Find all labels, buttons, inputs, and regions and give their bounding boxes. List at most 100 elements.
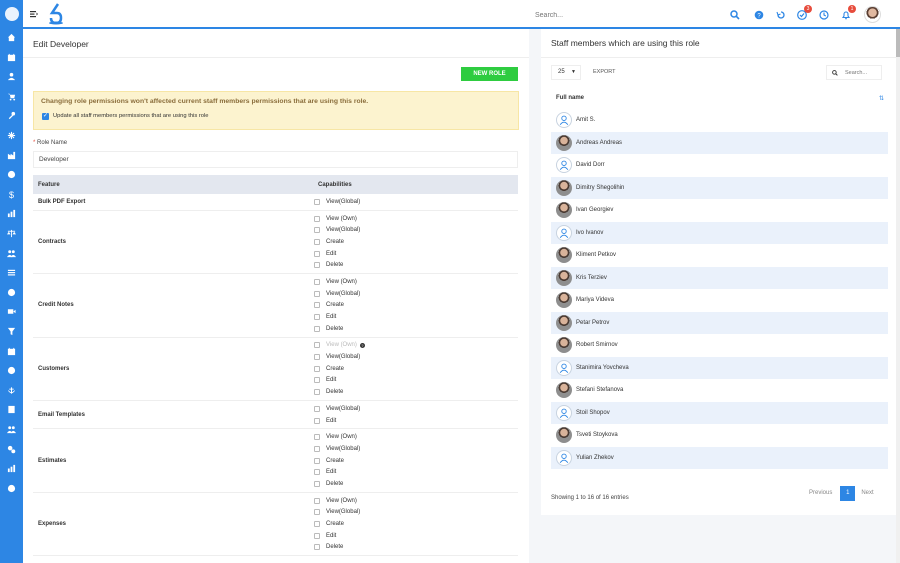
capability-checkbox[interactable] [314,497,320,504]
staff-name[interactable]: Ivo Ivanov [576,230,603,236]
capability-option[interactable]: Delete [313,478,518,490]
capability-checkbox[interactable] [314,521,320,528]
capability-option[interactable]: Delete [313,323,518,335]
capability-checkbox[interactable] [314,365,320,372]
sidebar-avatar[interactable] [5,7,19,21]
capability-checkbox[interactable] [314,278,320,285]
capability-option[interactable]: Create [313,300,518,312]
staff-row[interactable]: Robert Smirnov [551,334,888,357]
staff-row[interactable]: Yulian Zhekov [551,446,888,469]
capability-option[interactable]: View (Own) [313,276,518,288]
capability-checkbox[interactable] [314,250,320,257]
capability-checkbox[interactable] [314,377,320,384]
staff-name[interactable]: Stoil Shopov [576,410,610,416]
group-icon[interactable] [6,424,17,435]
scrollbar-thumb[interactable] [896,29,900,57]
staff-name[interactable]: Tsveti Stoykova [576,432,618,438]
next-page-button[interactable]: Next [861,490,873,496]
staff-name[interactable]: Stefani Stefanova [576,387,623,393]
capability-option[interactable]: Delete [313,386,518,398]
globe-icon[interactable] [6,169,17,180]
app-logo[interactable] [48,3,64,25]
chart-icon[interactable] [6,463,17,474]
capability-checkbox[interactable] [314,227,320,234]
staff-name[interactable]: Amit S. [576,117,595,123]
staff-name[interactable]: Kliment Petkov [576,252,616,258]
capability-option[interactable]: Delete [313,542,518,554]
staff-row[interactable]: Ivan Georgiev [551,199,888,222]
full-name-column-header[interactable]: Full name [556,95,584,101]
staff-name[interactable]: Robert Smirnov [576,342,618,348]
staff-row[interactable]: Andreas Andreas [551,131,888,154]
video-icon[interactable] [6,306,17,317]
staff-name[interactable]: Kris Terziev [576,275,607,281]
staff-search[interactable] [826,65,882,80]
history-icon[interactable] [775,9,786,20]
capability-checkbox[interactable] [314,417,320,424]
capability-checkbox[interactable] [314,314,320,321]
current-page-button[interactable]: 1 [840,485,856,501]
global-search-input[interactable] [535,9,715,21]
staff-name[interactable]: Dimitry Shegolihin [576,185,624,191]
filter-icon[interactable] [6,326,17,337]
capability-checkbox[interactable] [314,405,320,412]
capability-checkbox[interactable] [314,262,320,269]
staff-row[interactable]: Stanimira Yovcheva [551,356,888,379]
help-icon[interactable]: ? [359,342,365,348]
staff-name[interactable]: Stanimira Yovcheva [576,365,629,371]
capability-checkbox[interactable] [314,457,320,464]
capability-option[interactable]: Create [313,236,518,248]
settings-icon[interactable] [6,483,17,494]
capability-checkbox[interactable] [314,389,320,396]
capability-checkbox[interactable] [314,302,320,309]
capability-checkbox[interactable] [314,290,320,297]
staff-search-input[interactable] [845,69,879,77]
staff-row[interactable]: Mariya Videva [551,289,888,312]
clock-icon[interactable] [818,9,829,20]
user-circle-icon[interactable] [6,365,17,376]
dollar-icon[interactable]: $ [6,189,17,200]
capability-option[interactable]: View(Global) [313,196,518,208]
staff-name[interactable]: Yulian Zhekov [576,455,614,461]
capability-checkbox[interactable] [314,532,320,539]
capability-checkbox[interactable] [314,325,320,332]
snowflake-icon[interactable] [6,130,17,141]
calendar-icon[interactable] [6,346,17,357]
staff-row[interactable]: Amit S. [551,109,888,132]
new-role-button[interactable]: NEW ROLE [461,67,518,81]
menu-toggle-icon[interactable] [30,10,38,18]
capability-checkbox[interactable] [314,434,320,441]
export-button[interactable]: EXPORT [593,69,616,75]
balance-icon[interactable] [6,228,17,239]
capability-option[interactable]: Delete [313,259,518,271]
user-avatar[interactable] [864,6,881,23]
capability-checkbox[interactable] [314,445,320,452]
capability-option[interactable]: View(Global) [313,443,518,455]
capability-option[interactable]: View (Own) [313,431,518,443]
capability-option[interactable]: Create [313,455,518,467]
cogs-icon[interactable] [6,444,17,455]
capability-checkbox[interactable] [314,509,320,516]
update-members-checkbox[interactable]: ✓ [42,113,49,120]
list-icon[interactable] [6,267,17,278]
staff-name[interactable]: David Dorr [576,162,605,168]
staff-row[interactable]: Kliment Petkov [551,244,888,267]
capability-option[interactable]: Edit [313,375,518,387]
help-icon[interactable]: ? [753,9,764,20]
sort-icon[interactable]: ⇅ [879,95,884,102]
capability-option[interactable]: Edit [313,311,518,323]
anchor-icon[interactable] [6,385,17,396]
staff-row[interactable]: Kris Terziev [551,266,888,289]
staff-row[interactable]: David Dorr [551,154,888,177]
previous-page-button[interactable]: Previous [809,490,832,496]
capability-option[interactable]: View(Global) [313,288,518,300]
capability-checkbox[interactable] [314,480,320,487]
contact-icon[interactable] [6,404,17,415]
calendar-icon[interactable] [6,52,17,63]
user-icon[interactable] [6,71,17,82]
staff-name[interactable]: Petar Petrov [576,320,609,326]
capability-checkbox[interactable] [314,215,320,222]
chart-icon[interactable] [6,208,17,219]
capability-option[interactable]: View(Global) [313,351,518,363]
capability-checkbox[interactable] [314,354,320,361]
